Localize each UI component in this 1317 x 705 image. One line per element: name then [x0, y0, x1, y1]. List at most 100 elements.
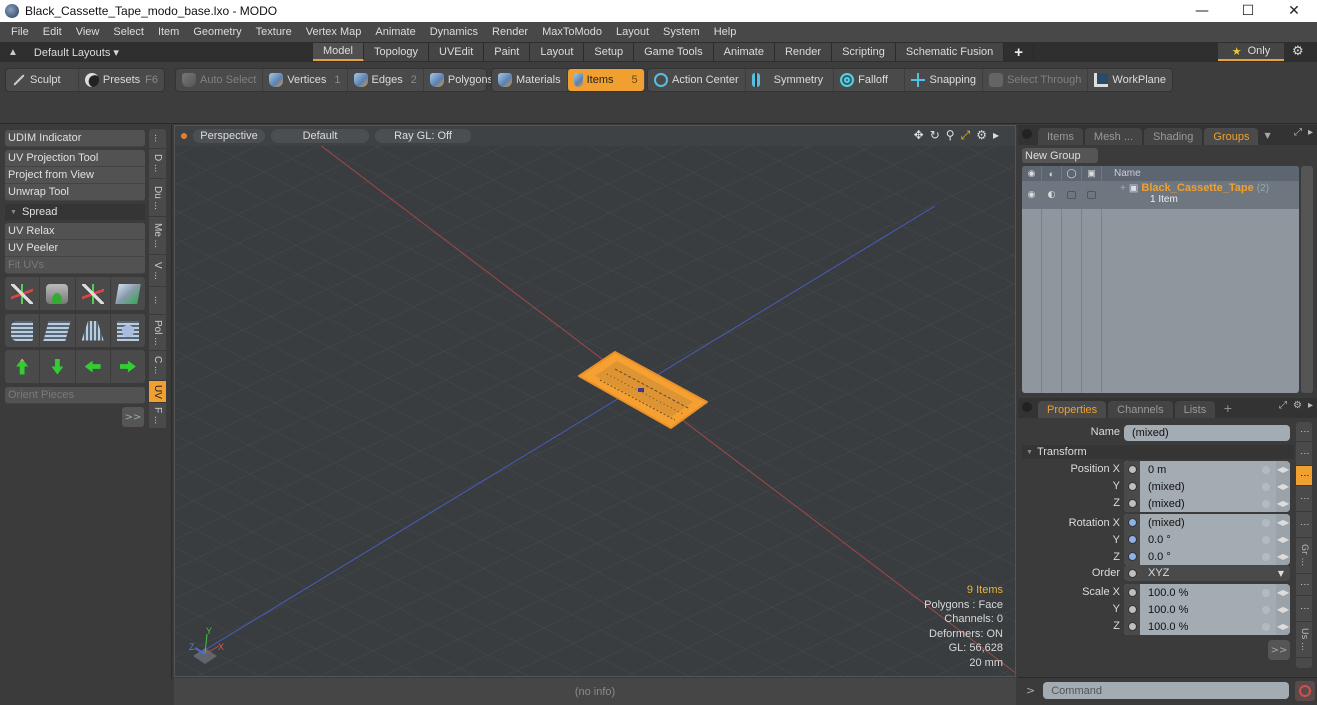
tab-layout[interactable]: Layout	[530, 43, 585, 61]
menu-dynamics[interactable]: Dynamics	[423, 26, 485, 38]
position-z-radio[interactable]	[1127, 499, 1137, 508]
order-radio[interactable]	[1127, 568, 1137, 578]
vtab-v[interactable]: V ...	[149, 255, 166, 287]
uv-curve-grid-button[interactable]	[5, 314, 41, 347]
vtab-1[interactable]: ...	[149, 129, 166, 149]
rvtab-1[interactable]: ⋮	[1296, 422, 1312, 442]
snapping-button[interactable]: Snapping	[905, 69, 983, 91]
view-type-dropdown[interactable]: Perspective	[193, 129, 265, 143]
menu-system[interactable]: System	[656, 26, 707, 38]
viewport-settings-gear-icon[interactable]: ⚙	[976, 128, 987, 143]
scale-z-radio[interactable]	[1127, 622, 1137, 631]
vtab-c[interactable]: C ...	[149, 351, 166, 381]
viewport-scene[interactable]: Y X Z	[175, 126, 1016, 677]
tab-render[interactable]: Render	[774, 43, 833, 61]
sculpt-button[interactable]: Sculpt	[6, 69, 79, 91]
drag-arrows-icon[interactable]: ◀▶	[1276, 461, 1290, 478]
expand-plus-icon[interactable]: +	[1120, 183, 1126, 194]
keyframe-icon[interactable]	[1262, 622, 1270, 631]
rotation-y-radio[interactable]	[1127, 535, 1137, 544]
uv-skew-grid-button[interactable]	[40, 314, 76, 347]
more-properties-button[interactable]: >>	[1268, 640, 1290, 660]
menu-maxtomodo[interactable]: MaxToModo	[535, 26, 609, 38]
drag-arrows-icon[interactable]: ◀▶	[1276, 618, 1290, 635]
items-button[interactable]: Items 5	[567, 69, 644, 91]
zoom-icon[interactable]: ⚲	[946, 128, 955, 143]
more-tools-button[interactable]: >>	[122, 407, 144, 427]
drag-arrows-icon[interactable]: ◀▶	[1276, 548, 1290, 565]
align-bottom-button[interactable]	[40, 350, 76, 383]
edges-button[interactable]: Edges 2	[348, 69, 424, 91]
align-left-button[interactable]	[76, 350, 111, 383]
panel-gear-icon[interactable]: ⚙	[1293, 400, 1302, 411]
keyframe-icon[interactable]	[1262, 465, 1270, 474]
menu-help[interactable]: Help	[707, 26, 744, 38]
falloff-button[interactable]: Falloff	[834, 69, 906, 91]
tab-setup[interactable]: Setup	[584, 43, 635, 61]
raygl-toggle[interactable]: Ray GL: Off	[375, 129, 471, 143]
menu-select[interactable]: Select	[106, 26, 151, 38]
uv-relax-button[interactable]: UV Relax	[5, 223, 145, 240]
drag-arrows-icon[interactable]: ◀▶	[1276, 584, 1290, 601]
expand-panel-icon[interactable]: ⤢	[1294, 127, 1302, 138]
expand-panel-icon[interactable]: ⤢	[1279, 400, 1287, 411]
viewport-menu-dot[interactable]	[181, 133, 187, 139]
vtab-f[interactable]: F ...	[149, 403, 166, 429]
rvtab-7[interactable]: ⋮	[1296, 596, 1312, 622]
uv-scale-tool-button[interactable]	[76, 277, 111, 310]
select-column-icon[interactable]: ▣	[1082, 166, 1102, 181]
rvtab-6[interactable]: ⋮	[1296, 574, 1312, 596]
tab-uvedit[interactable]: UVEdit	[429, 43, 485, 61]
rotation-z-value[interactable]: 0.0 °	[1140, 551, 1171, 563]
keyframe-icon[interactable]	[1262, 482, 1270, 491]
groups-scrollbar[interactable]	[1301, 166, 1313, 393]
render-column-icon[interactable]: ◐	[1042, 166, 1062, 181]
name-column-header[interactable]: Name	[1102, 168, 1141, 179]
scale-x-row[interactable]: 100.0 % ◀▶	[1124, 584, 1290, 601]
menu-animate[interactable]: Animate	[368, 26, 422, 38]
action-center-button[interactable]: Action Center	[648, 69, 746, 91]
menu-file[interactable]: File	[4, 26, 36, 38]
polygons-button[interactable]: Polygons	[424, 69, 499, 91]
panel-arrow-icon[interactable]: ▸	[1308, 127, 1313, 138]
tab-topology[interactable]: Topology	[363, 43, 430, 61]
maximize-button[interactable]: ☐	[1225, 0, 1271, 22]
rotation-x-radio[interactable]	[1127, 518, 1137, 527]
tab-groups[interactable]: Groups	[1204, 128, 1259, 145]
menu-layout[interactable]: Layout	[609, 26, 656, 38]
menu-item[interactable]: Item	[151, 26, 186, 38]
tab-scripting[interactable]: Scripting	[832, 43, 896, 61]
minimize-button[interactable]: —	[1179, 0, 1225, 22]
scale-y-value[interactable]: 100.0 %	[1140, 604, 1188, 616]
new-group-button[interactable]: New Group	[1022, 148, 1098, 163]
rotation-z-row[interactable]: 0.0 ° ◀▶	[1124, 548, 1290, 565]
drag-arrows-icon[interactable]: ◀▶	[1276, 601, 1290, 618]
menu-geometry[interactable]: Geometry	[186, 26, 248, 38]
align-right-button[interactable]	[111, 350, 145, 383]
scale-y-row[interactable]: 100.0 % ◀▶	[1124, 601, 1290, 618]
rotation-z-radio[interactable]	[1127, 552, 1137, 561]
rotation-x-row[interactable]: (mixed) ◀▶	[1124, 514, 1290, 531]
auto-select-button[interactable]: Auto Select	[176, 69, 264, 91]
position-x-value[interactable]: 0 m	[1140, 464, 1166, 476]
vtab-pol[interactable]: Pol ...	[149, 315, 166, 351]
uv-box-tool-button[interactable]	[111, 277, 145, 310]
drag-arrows-icon[interactable]: ◀▶	[1276, 495, 1290, 512]
orient-pieces-button[interactable]: Orient Pieces	[5, 387, 145, 404]
menu-edit[interactable]: Edit	[36, 26, 69, 38]
lock-column-icon[interactable]: ◯	[1062, 166, 1082, 181]
rotation-y-value[interactable]: 0.0 °	[1140, 534, 1171, 546]
vtab-me[interactable]: Me ...	[149, 217, 166, 255]
scale-z-row[interactable]: 100.0 % ◀▶	[1124, 618, 1290, 635]
tab-model[interactable]: Model	[313, 43, 364, 61]
uv-taper-grid-button[interactable]	[76, 314, 111, 347]
record-macro-button[interactable]	[1295, 680, 1316, 701]
tab-properties[interactable]: Properties	[1038, 401, 1107, 418]
position-y-radio[interactable]	[1127, 482, 1137, 491]
row-render-icon[interactable]: ◐	[1042, 181, 1062, 209]
scale-z-value[interactable]: 100.0 %	[1140, 621, 1188, 633]
tab-paint[interactable]: Paint	[484, 43, 531, 61]
rvtab-us[interactable]: Us ...	[1296, 622, 1312, 658]
spread-section-header[interactable]: ▼ Spread	[5, 204, 145, 220]
drag-arrows-icon[interactable]: ◀▶	[1276, 531, 1290, 548]
